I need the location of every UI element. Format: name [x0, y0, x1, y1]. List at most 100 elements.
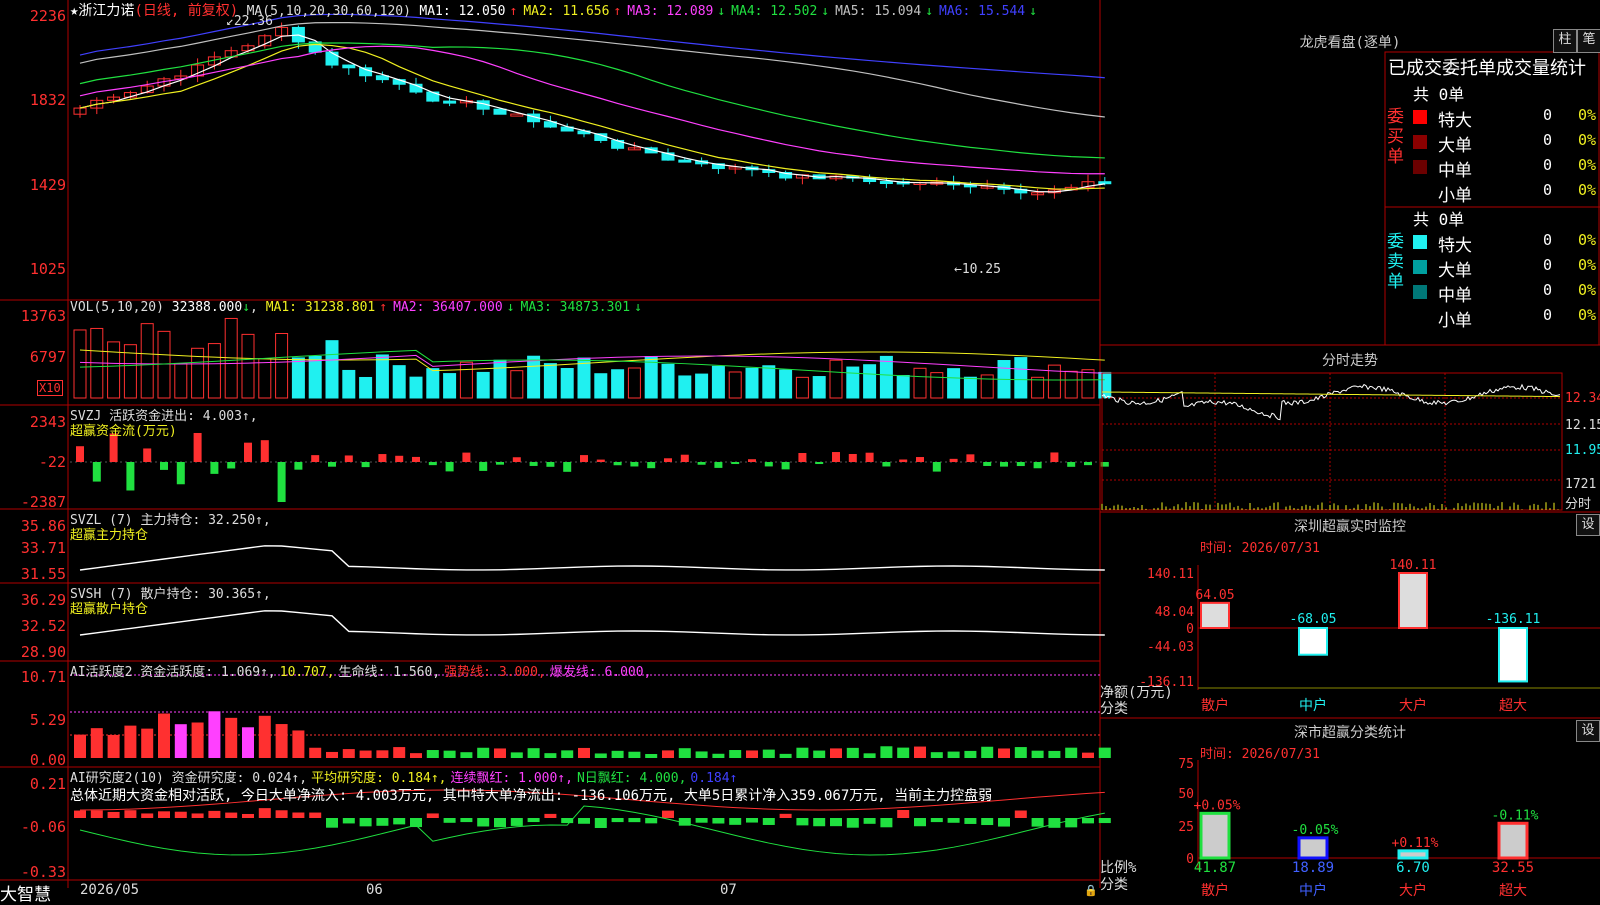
fund-flow-bar: [92, 462, 101, 482]
trend-arrow-icon: ↑: [379, 300, 388, 315]
activity-bar: [830, 748, 842, 758]
volume-bar: [409, 376, 423, 399]
size-color-swatch: [1413, 110, 1427, 124]
research-bar: [779, 813, 792, 818]
volume-bar: [459, 361, 473, 399]
ratio-value-label: 41.87: [1194, 860, 1236, 876]
tick-mode-button[interactable]: 笔: [1577, 29, 1600, 53]
fund-flow-bar: [748, 459, 756, 462]
net-amount-bar: [1398, 572, 1428, 629]
lock-icon[interactable]: 🔒: [1084, 884, 1098, 897]
fund-flow-bar: [596, 459, 605, 462]
order-pct: 0%: [1578, 231, 1597, 249]
research-bar: [830, 818, 842, 827]
sz-class-ytick: 50: [1178, 787, 1194, 802]
kline-mode: (日线, 前复权): [134, 3, 239, 19]
trend-arrow-icon: ↓: [717, 4, 726, 19]
fund-flow-bar: [378, 454, 387, 462]
sz-class-settings-button[interactable]: 设: [1576, 720, 1600, 742]
category-label: 中户: [1299, 697, 1327, 714]
fund-flow-bar: [613, 462, 622, 466]
stock-name[interactable]: ★浙江力诺: [70, 3, 134, 19]
research-bar: [107, 811, 120, 818]
activity-bar: [1082, 752, 1094, 758]
vol-unit-label[interactable]: X10: [37, 380, 63, 396]
fund-flow-bar: [798, 453, 807, 462]
sz-monitor-time: 时间: 2026/07/31: [1200, 541, 1320, 556]
activity-bar: [813, 750, 826, 758]
order-count: 0: [1543, 281, 1553, 299]
intraday-price-line: [1101, 383, 1561, 421]
fund-flow-bar: [462, 452, 471, 462]
category-label: 超大: [1499, 883, 1527, 899]
fund-flow-bar: [865, 452, 874, 462]
category-label: 散户: [1201, 882, 1229, 899]
activity-bar: [460, 752, 473, 758]
activity-bar: [376, 750, 389, 758]
high-price-label: ↙22.36: [226, 14, 273, 29]
fund-flow-bar: [193, 432, 202, 462]
indicator-value: MA2: 11.656: [523, 4, 610, 19]
indicator-value: N日飘红: 4.000,: [576, 771, 687, 786]
activity-bar: [124, 725, 137, 758]
ratio-bar: [1297, 836, 1329, 860]
order-name: 小单: [1438, 311, 1472, 331]
indicator-value: MA3: 34873.301: [520, 300, 631, 315]
kline-header: ★浙江力诺(日线, 前复权) MA(5,10,20,30,60,120) MA1…: [70, 0, 1043, 20]
order-pct: 0%: [1578, 256, 1597, 274]
volume-bar: [611, 369, 625, 399]
ratio-value-label: 18.89: [1292, 860, 1334, 876]
activity-bar: [578, 747, 590, 758]
fund-flow-bar: [781, 462, 790, 470]
fund-flow-bar: [244, 442, 252, 462]
activity-bar: [846, 747, 859, 758]
activity-bar: [914, 746, 926, 758]
fund-flow-bar: [848, 453, 857, 462]
indicator-value: 0.184↑: [690, 771, 738, 786]
chart-canvas[interactable]: 140.11 48.04 0 -44.03 -136.11 64.05 散户 -68.05 中户…: [0, 0, 1600, 900]
order-name: 大单: [1438, 136, 1472, 156]
activity-bar: [981, 746, 994, 758]
fund-flow-bar: [832, 452, 840, 462]
order-name: 中单: [1438, 286, 1472, 306]
net-amount-bar: [1298, 627, 1328, 656]
volume-bar: [695, 373, 709, 399]
research-bar: [981, 818, 994, 826]
fund-flow-bar: [680, 454, 689, 462]
y-tick-label: 1429: [29, 176, 66, 194]
fund-flow-bar: [395, 455, 404, 462]
sz-monitor-ytick: 0: [1186, 622, 1194, 637]
activity-bar: [309, 747, 322, 758]
research-bar: [174, 811, 187, 818]
activity-bar: [510, 752, 523, 758]
sz-monitor-settings-button[interactable]: 设: [1576, 514, 1600, 536]
size-color-swatch: [1413, 235, 1427, 249]
y-tick-label: 1025: [29, 260, 66, 278]
order-pct: 0%: [1578, 156, 1597, 174]
sell-total: 共 0单: [1413, 210, 1465, 229]
volume-bar: [678, 375, 692, 399]
y-tick-label: 32.52: [20, 617, 66, 635]
ratio-change-label: +0.11%: [1392, 836, 1439, 851]
y-tick-label: 0.00: [29, 751, 66, 769]
research-bar: [141, 813, 154, 818]
holding-line: [79, 610, 1105, 636]
fund-flow-bar: [546, 462, 555, 467]
activity-bar: [695, 751, 708, 758]
ma-line: [79, 42, 1105, 159]
order-count: 0: [1543, 106, 1553, 124]
brand-logo[interactable]: 大智慧: [0, 880, 51, 905]
volume-bar: [392, 365, 406, 399]
volume-bar: [762, 365, 776, 399]
indicator-value: MA2: 36407.000: [393, 300, 503, 315]
activity-bar: [326, 751, 338, 758]
volume-bar: [291, 357, 305, 399]
activity-bar: [628, 751, 641, 758]
activity-bar: [746, 750, 758, 758]
bar-mode-button[interactable]: 柱: [1553, 29, 1577, 53]
research-bar: [729, 818, 742, 825]
fund-flow-bar: [664, 458, 672, 462]
research-bar: [544, 813, 557, 818]
research-bar: [964, 818, 977, 824]
order-pct: 0%: [1578, 181, 1597, 199]
